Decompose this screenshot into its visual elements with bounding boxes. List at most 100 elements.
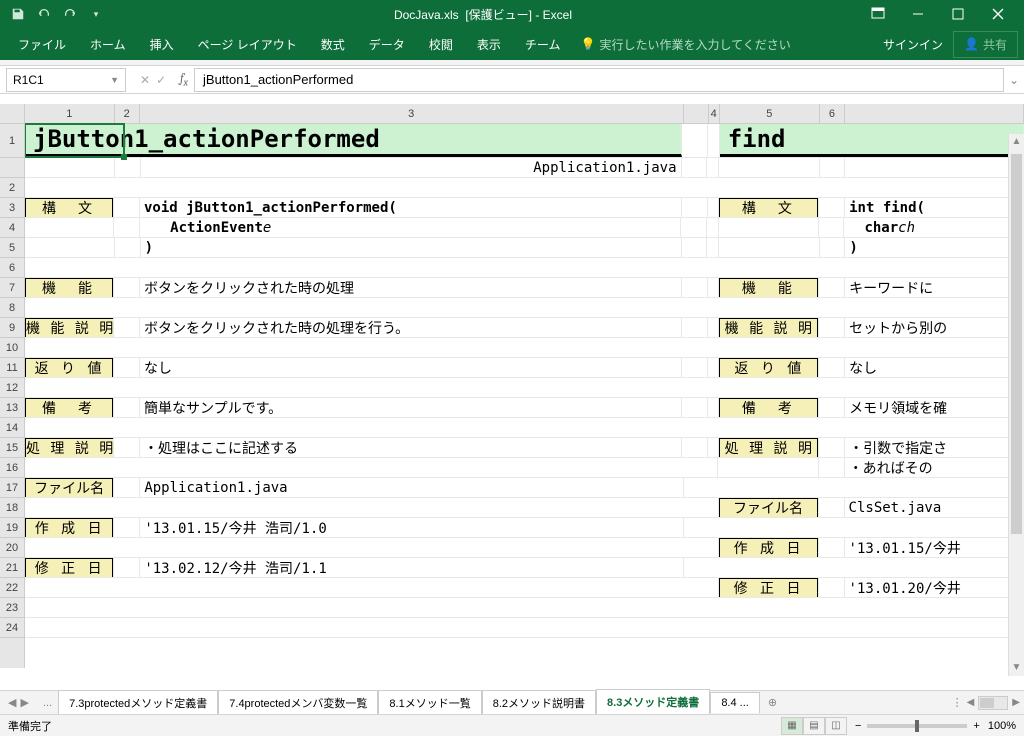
tab-review[interactable]: 校閲	[417, 30, 465, 59]
row-header[interactable]	[0, 158, 24, 178]
syntax-line-2[interactable]: ActionEvent e	[140, 218, 681, 237]
desc-r[interactable]: セットから別の	[845, 318, 1024, 337]
row-header[interactable]: 24	[0, 618, 24, 638]
cells-area[interactable]: jButton1_actionPerformed find Applicatio…	[25, 124, 1024, 638]
tab-nav-prev[interactable]: ◀	[8, 696, 16, 709]
syntax-line-3[interactable]: )	[141, 238, 682, 257]
syntax-r-3[interactable]: )	[845, 238, 1024, 257]
row-header[interactable]: 2	[0, 178, 24, 198]
tab-overflow-left[interactable]: ...	[37, 697, 58, 709]
tab-home[interactable]: ホーム	[78, 30, 138, 59]
syntax-line-1[interactable]: void jButton1_actionPerformed(	[140, 198, 682, 217]
syntax-r-1[interactable]: int find(	[845, 198, 1024, 217]
tab-page-layout[interactable]: ページ レイアウト	[186, 30, 309, 59]
view-normal-button[interactable]: ▦	[781, 717, 803, 735]
func-text[interactable]: ボタンをクリックされた時の処理	[140, 278, 682, 297]
tab-hscroll-divider[interactable]: ⋮	[952, 696, 963, 709]
method-title-right[interactable]: find	[720, 124, 1024, 157]
tab-insert[interactable]: 挿入	[138, 30, 186, 59]
col-header[interactable]: 1	[25, 104, 115, 123]
sheet-tab[interactable]: 7.3protectedメソッド定義書	[58, 690, 218, 715]
tab-data[interactable]: データ	[357, 30, 417, 59]
scroll-down-icon[interactable]: ▼	[1009, 660, 1024, 676]
add-sheet-button[interactable]: ⊕	[760, 696, 785, 709]
col-header[interactable]: 3	[140, 104, 684, 123]
sheet-tab-active[interactable]: 8.3メソッド定義書	[596, 689, 710, 716]
tab-file[interactable]: ファイル	[6, 30, 78, 59]
desc-text[interactable]: ボタンをクリックされた時の処理を行う。	[140, 318, 682, 337]
qat-customize[interactable]: ▾	[84, 3, 108, 25]
row-header[interactable]: 9	[0, 318, 24, 338]
row-header[interactable]: 19	[0, 518, 24, 538]
source-file[interactable]: Application1.java	[141, 158, 682, 177]
note-r[interactable]: メモリ領域を確	[845, 398, 1024, 417]
zoom-slider[interactable]: − +	[855, 720, 980, 732]
accept-formula-button[interactable]: ✓	[156, 73, 166, 87]
row-header[interactable]: 3	[0, 198, 24, 218]
sheet-tab[interactable]: 8.2メソッド説明書	[482, 690, 596, 715]
row-header[interactable]: 18	[0, 498, 24, 518]
view-page-layout-button[interactable]: ▤	[803, 717, 825, 735]
fx-icon[interactable]: fx	[174, 71, 194, 88]
maximize-button[interactable]	[938, 0, 978, 28]
proc-text[interactable]: ・処理はここに記述する	[140, 438, 682, 457]
row-header[interactable]: 11	[0, 358, 24, 378]
minimize-button[interactable]	[898, 0, 938, 28]
col-header[interactable]: 2	[115, 104, 140, 123]
spreadsheet-grid[interactable]: 1 2 3 4 5 6 7 8 9 10 11 12 13 14 15 16 1…	[0, 104, 1024, 668]
name-box[interactable]: R1C1 ▼	[6, 68, 126, 92]
scroll-up-icon[interactable]: ▲	[1009, 134, 1024, 150]
row-header[interactable]: 5	[0, 238, 24, 258]
row-header[interactable]: 12	[0, 378, 24, 398]
file-r[interactable]: ClsSet.java	[845, 498, 1024, 517]
vertical-scrollbar[interactable]: ▲ ▼	[1008, 134, 1024, 676]
hscroll-right[interactable]: ▶	[1012, 697, 1020, 708]
save-button[interactable]	[6, 3, 30, 25]
formula-bar-expand[interactable]: ⌄	[1004, 73, 1024, 87]
share-button[interactable]: 👤 共有	[953, 31, 1018, 58]
tab-team[interactable]: チーム	[513, 30, 573, 59]
sheet-tab[interactable]: 8.1メソッド一覧	[378, 690, 481, 715]
row-header[interactable]: 1	[0, 124, 24, 158]
tab-formulas[interactable]: 数式	[309, 30, 357, 59]
return-text[interactable]: なし	[140, 358, 682, 377]
row-header[interactable]: 4	[0, 218, 24, 238]
row-header[interactable]: 14	[0, 418, 24, 438]
row-header[interactable]: 23	[0, 598, 24, 618]
undo-button[interactable]	[32, 3, 56, 25]
tab-view[interactable]: 表示	[465, 30, 513, 59]
row-header[interactable]: 8	[0, 298, 24, 318]
scrollbar-thumb[interactable]	[1011, 154, 1022, 534]
func-r[interactable]: キーワードに	[845, 278, 1024, 297]
zoom-in-button[interactable]: +	[973, 720, 979, 732]
modified-text[interactable]: '13.02.12/今井 浩司/1.1	[140, 558, 684, 577]
formula-bar[interactable]: jButton1_actionPerformed	[194, 68, 1004, 92]
created-r[interactable]: '13.01.15/今井	[845, 538, 1024, 557]
zoom-out-button[interactable]: −	[855, 720, 861, 732]
row-header[interactable]: 21	[0, 558, 24, 578]
col-header[interactable]: 6	[820, 104, 845, 123]
col-header[interactable]	[845, 104, 1024, 123]
note-text[interactable]: 簡単なサンプルです。	[140, 398, 682, 417]
view-page-break-button[interactable]: ◫	[825, 717, 847, 735]
file-text[interactable]: Application1.java	[140, 478, 684, 497]
select-all-corner[interactable]	[0, 104, 24, 124]
return-r[interactable]: なし	[845, 358, 1024, 377]
row-header[interactable]: 17	[0, 478, 24, 498]
signin-link[interactable]: サインイン	[873, 30, 953, 59]
sheet-tab[interactable]: 7.4protectedメンバ変数一覧	[218, 690, 378, 715]
method-title-left[interactable]: jButton1_actionPerformed	[25, 124, 682, 157]
tellme-search[interactable]: 💡 実行したい作業を入力してください	[580, 36, 790, 53]
horizontal-scrollbar[interactable]	[978, 696, 1008, 710]
redo-button[interactable]	[58, 3, 82, 25]
ribbon-options-button[interactable]	[858, 0, 898, 28]
syntax-r-2[interactable]: char ch	[844, 218, 1024, 237]
tab-nav-next[interactable]: ▶	[20, 696, 28, 709]
created-text[interactable]: '13.01.15/今井 浩司/1.0	[140, 518, 684, 537]
col-header[interactable]: 5	[720, 104, 820, 123]
proc-r-1[interactable]: ・引数で指定さ	[845, 438, 1024, 457]
row-header[interactable]: 7	[0, 278, 24, 298]
close-button[interactable]	[978, 0, 1018, 28]
sheet-tab[interactable]: 8.4 ...	[710, 692, 760, 713]
row-header[interactable]: 16	[0, 458, 24, 478]
